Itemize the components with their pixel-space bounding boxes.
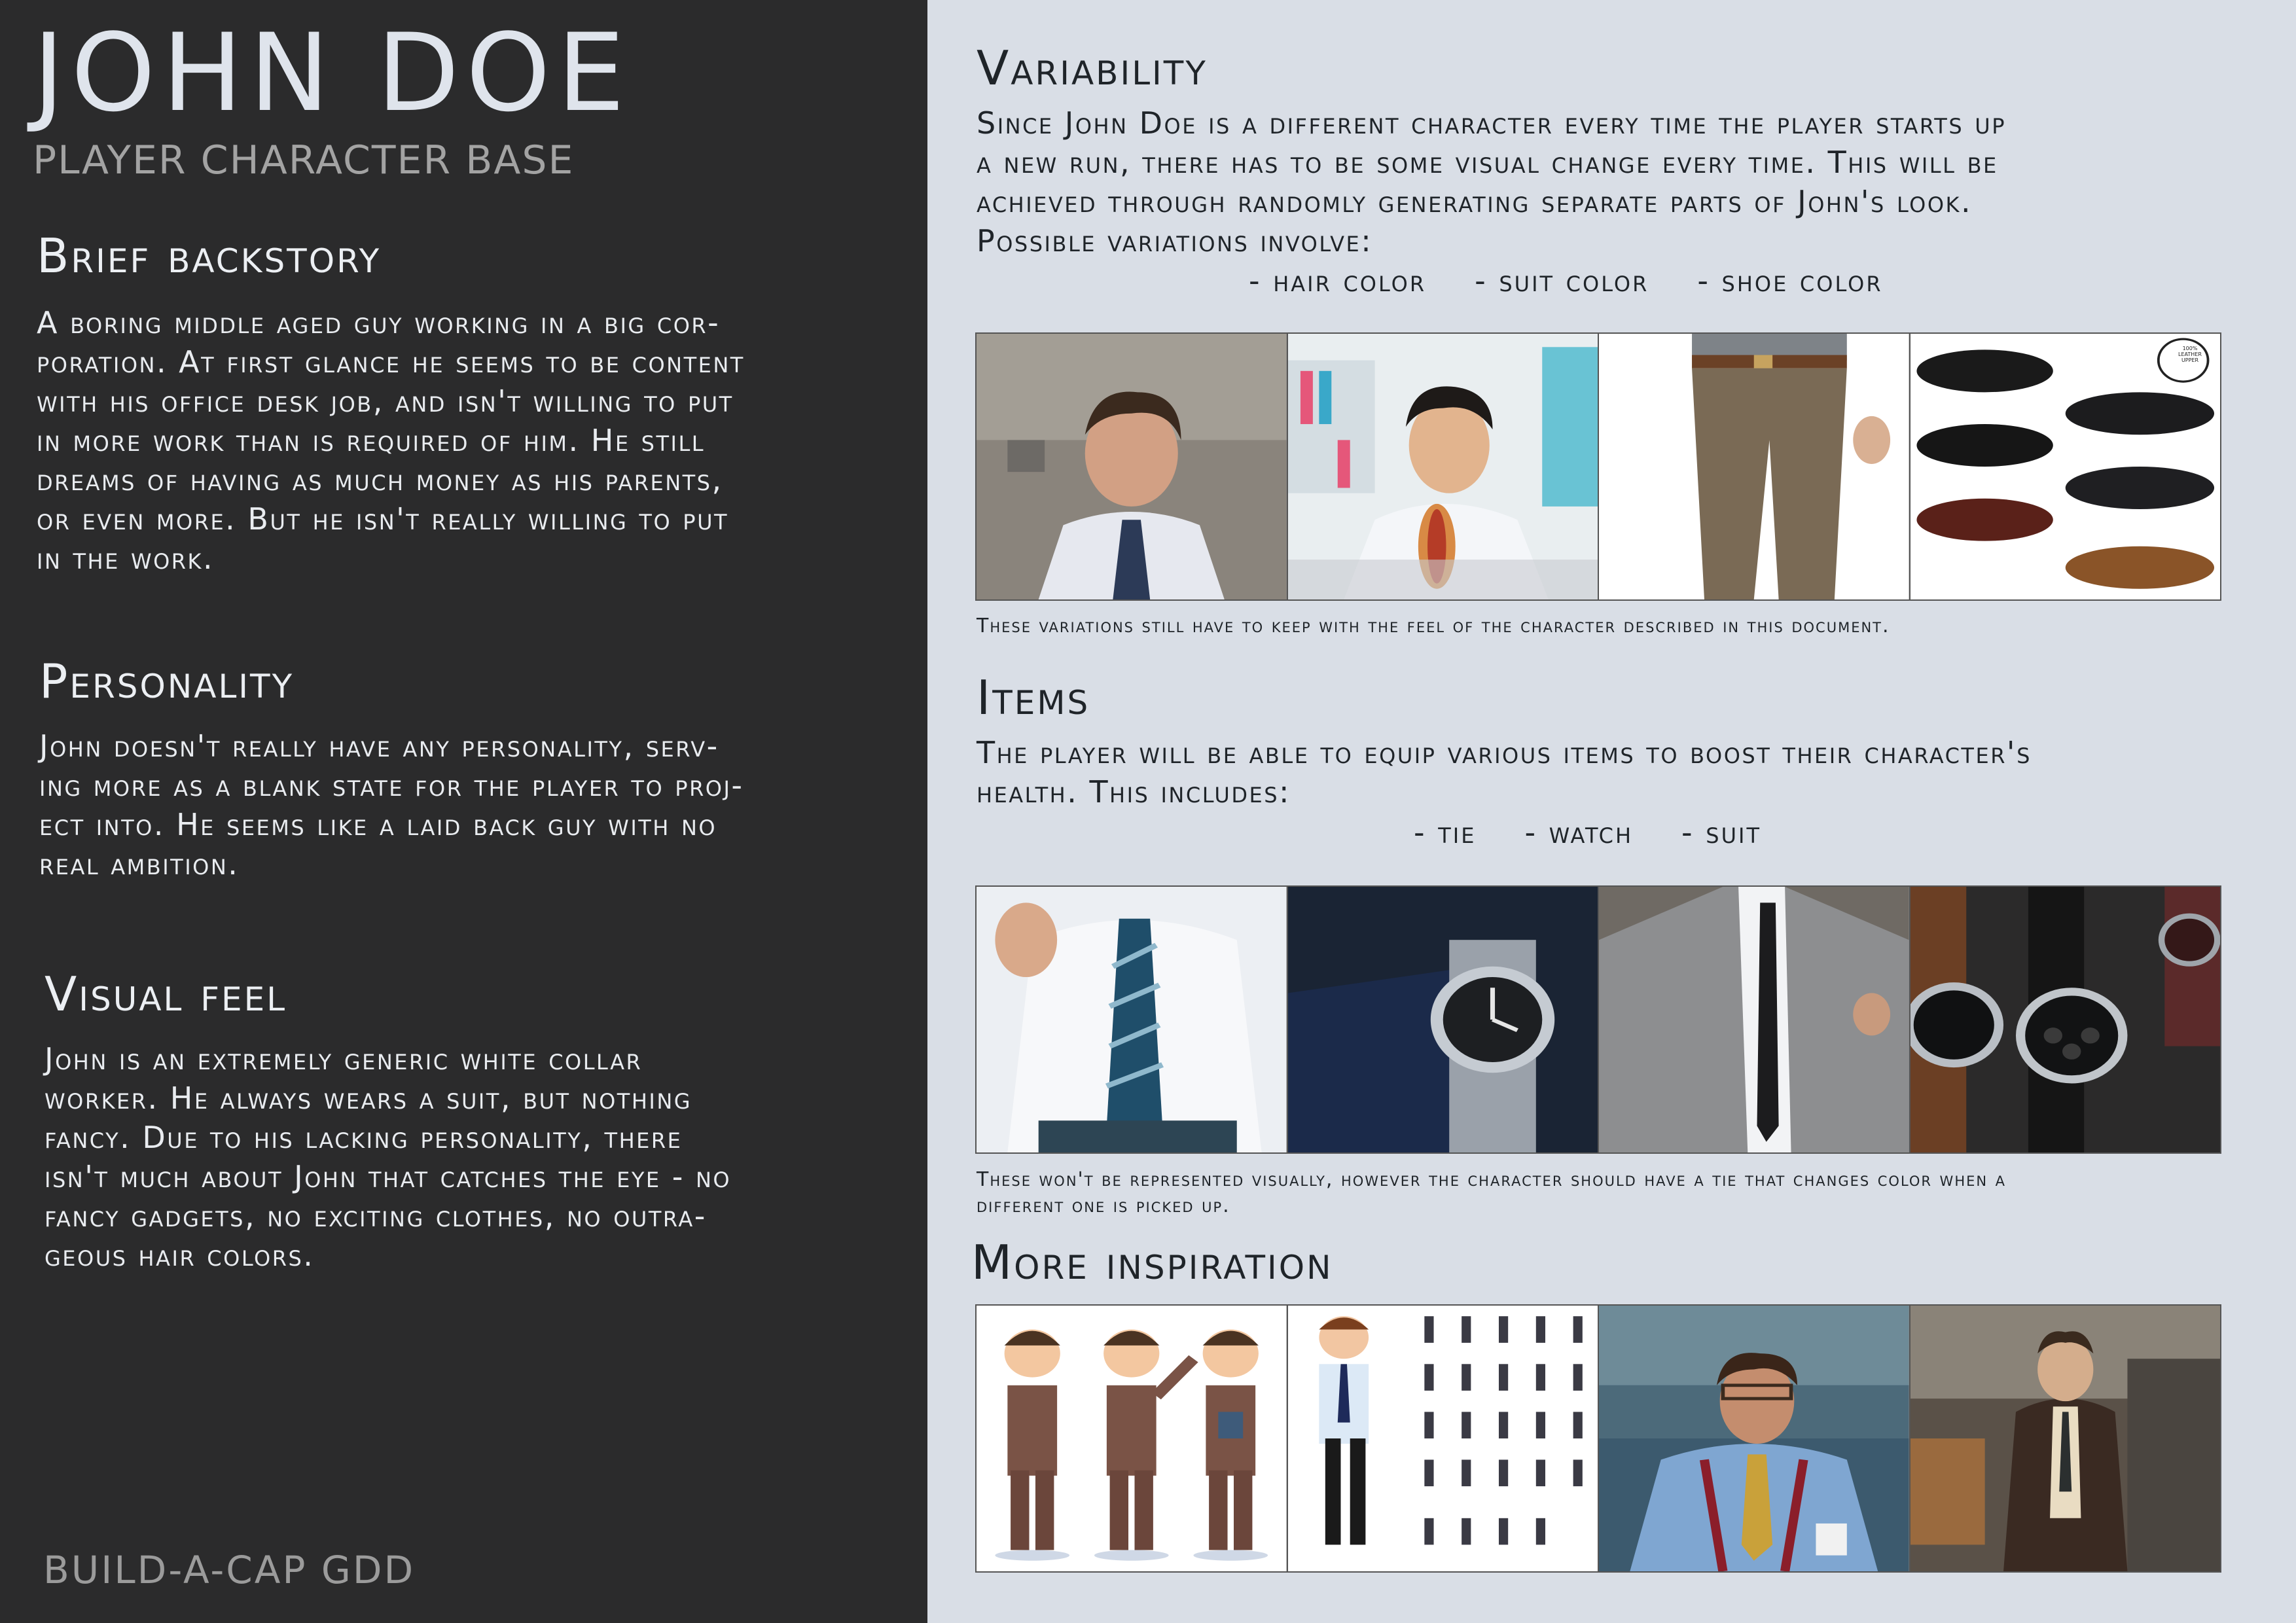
dress-shoes-photo: 100% LEATHER UPPER xyxy=(1910,334,2220,599)
wristwatch-photo xyxy=(1287,887,1599,1152)
man-eating-hotdog-photo xyxy=(1287,334,1599,599)
items-list: - tie - watch - suit xyxy=(1414,815,1810,850)
man-in-brown-suit-photo xyxy=(1910,1306,2220,1571)
items-heading: Items xyxy=(977,670,1090,725)
personality-heading: Personality xyxy=(39,654,295,709)
brown-trousers-photo xyxy=(1599,334,1910,599)
leather-badge-line: LEATHER xyxy=(2178,351,2202,357)
variability-list: - hair color - suit color - shoe color xyxy=(1249,263,1931,298)
footer-label: BUILD-A-CAP GDD xyxy=(43,1548,416,1592)
list-item-suit-color: - suit color xyxy=(1475,263,1649,298)
leather-badge-line: UPPER xyxy=(2181,357,2199,363)
items-text: The player will be able to equip various… xyxy=(977,735,2032,810)
cartoon-office-worker-sprites-image xyxy=(1287,1306,1599,1571)
chronograph-watches-photo xyxy=(1910,887,2220,1152)
page-subtitle: PLAYER CHARACTER BASE xyxy=(33,137,575,183)
visual-feel-text: John is an extremely generic white colla… xyxy=(45,1041,732,1273)
cartoon-businessman-poses-image xyxy=(977,1306,1288,1571)
office-man-portrait-photo xyxy=(977,334,1288,599)
variability-image-strip: 100% LEATHER UPPER xyxy=(975,332,2221,601)
leather-badge: 100% LEATHER UPPER xyxy=(2172,346,2208,363)
list-item-hair-color: - hair color xyxy=(1249,263,1427,298)
visual-feel-heading: Visual feel xyxy=(45,967,287,1022)
page-title: JOHN DOE xyxy=(33,10,632,135)
backstory-text: A boring middle aged guy working in a bi… xyxy=(37,305,745,576)
variability-text: Since John Doe is a different character … xyxy=(977,105,2006,259)
items-caption: These won't be represented visually, how… xyxy=(977,1168,2006,1217)
personality-text: John doesn't really have any personality… xyxy=(39,728,744,882)
items-image-strip xyxy=(975,885,2221,1154)
grey-suit-photo xyxy=(1599,887,1910,1152)
list-item-tie: - tie xyxy=(1414,815,1477,850)
list-item-suit: - suit xyxy=(1681,815,1761,850)
man-with-suspenders-photo xyxy=(1599,1306,1910,1571)
inspiration-heading: More inspiration xyxy=(971,1235,1333,1290)
tie-photo xyxy=(977,887,1288,1152)
variability-heading: Variability xyxy=(977,41,1208,96)
list-item-shoe-color: - shoe color xyxy=(1697,263,1883,298)
backstory-heading: Brief backstory xyxy=(37,228,382,283)
inspiration-image-strip xyxy=(975,1304,2221,1573)
list-item-watch: - watch xyxy=(1524,815,1634,850)
variability-caption: These variations still have to keep with… xyxy=(977,615,1890,637)
leather-badge-line: 100% xyxy=(2182,346,2198,351)
